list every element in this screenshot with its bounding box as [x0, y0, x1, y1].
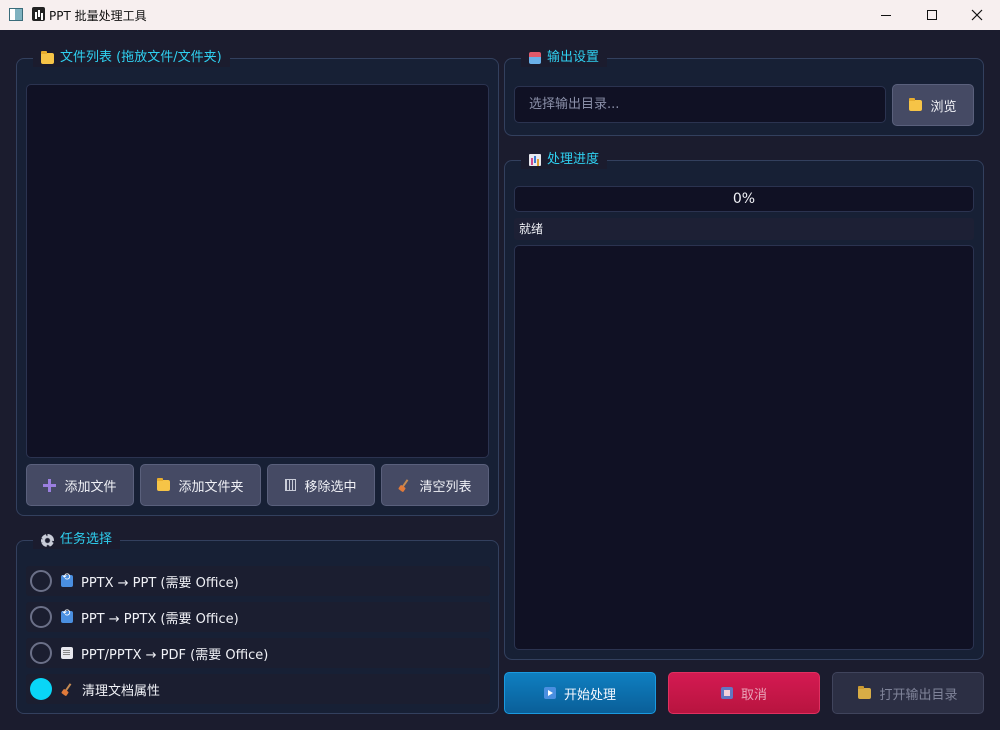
- broom-icon: [398, 479, 411, 492]
- plus-icon: [43, 478, 57, 492]
- progress-title: 处理进度: [547, 152, 600, 167]
- add-folder-label: 添加文件夹: [178, 479, 244, 495]
- cancel-label: 取消: [740, 687, 767, 703]
- status-text: 就绪: [514, 218, 974, 240]
- app-icon: [9, 8, 23, 21]
- task-option-pptx-to-ppt[interactable]: PPTX → PPT (需要 Office): [26, 566, 490, 596]
- task-group-title: 任务选择: [33, 531, 121, 549]
- outbox-icon: [529, 52, 541, 64]
- browse-button[interactable]: 浏览: [892, 84, 974, 126]
- task-label: PPT/PPTX → PDF (需要 Office): [81, 647, 269, 663]
- play-icon: [543, 687, 556, 699]
- progress-group-title: 处理进度: [521, 151, 608, 169]
- task-checkbox[interactable]: [30, 570, 52, 592]
- remove-selected-label: 移除选中: [304, 479, 357, 495]
- minimize-icon: [881, 14, 891, 16]
- progress-bar: 0%: [514, 186, 974, 212]
- output-group-title: 输出设置: [521, 49, 608, 67]
- maximize-button[interactable]: [909, 0, 955, 30]
- log-box[interactable]: [514, 245, 974, 650]
- add-folder-button[interactable]: 添加文件夹: [140, 464, 261, 506]
- remove-selected-button[interactable]: 移除选中: [267, 464, 375, 506]
- add-files-label: 添加文件: [64, 479, 117, 495]
- task-option-to-pdf[interactable]: PPT/PPTX → PDF (需要 Office): [26, 638, 490, 668]
- minimize-button[interactable]: [863, 0, 909, 30]
- window-title: PPT 批量处理工具: [49, 9, 147, 23]
- task-option-ppt-to-pptx[interactable]: PPT → PPTX (需要 Office): [26, 602, 490, 632]
- task-label: PPT → PPTX (需要 Office): [81, 611, 239, 627]
- file-list-title: 文件列表 (拖放文件/文件夹): [60, 50, 222, 65]
- chart-icon: [529, 154, 541, 166]
- browse-label: 浏览: [930, 99, 957, 115]
- convert-icon: [61, 572, 73, 587]
- task-title: 任务选择: [60, 532, 113, 547]
- trash-icon: [285, 479, 297, 491]
- document-icon: [61, 647, 73, 659]
- task-label: PPTX → PPT (需要 Office): [81, 575, 239, 591]
- maximize-icon: [927, 10, 937, 20]
- open-output-label: 打开输出目录: [879, 687, 958, 703]
- progress-percent: 0%: [732, 191, 756, 207]
- task-checkbox[interactable]: [30, 606, 52, 628]
- broom-icon: [61, 683, 74, 696]
- close-icon: [971, 9, 983, 21]
- convert-icon: [61, 608, 73, 623]
- folder-icon: [858, 685, 872, 699]
- file-list-box[interactable]: [26, 84, 489, 458]
- cancel-button[interactable]: 取消: [668, 672, 820, 714]
- close-button[interactable]: [954, 0, 1000, 30]
- task-checkbox[interactable]: [30, 678, 52, 700]
- folder-icon: [157, 477, 171, 491]
- clear-list-button[interactable]: 清空列表: [381, 464, 489, 506]
- folder-icon: [41, 50, 54, 64]
- add-files-button[interactable]: 添加文件: [26, 464, 134, 506]
- open-output-button[interactable]: 打开输出目录: [832, 672, 984, 714]
- title-bar: PPT 批量处理工具: [0, 0, 1000, 30]
- task-label: 清理文档属性: [82, 683, 161, 699]
- start-label: 开始处理: [563, 687, 616, 703]
- output-title: 输出设置: [547, 50, 600, 65]
- task-checkbox[interactable]: [30, 642, 52, 664]
- stop-icon: [720, 687, 733, 699]
- bar-chart-icon: [32, 7, 45, 21]
- start-button[interactable]: 开始处理: [504, 672, 656, 714]
- gear-icon: [41, 533, 54, 547]
- output-directory-input[interactable]: [514, 86, 886, 123]
- file-list-group-title: 文件列表 (拖放文件/文件夹): [33, 49, 230, 67]
- clear-list-label: 清空列表: [419, 479, 472, 495]
- task-option-clean-properties[interactable]: 清理文档属性: [26, 674, 490, 704]
- folder-icon: [909, 97, 923, 111]
